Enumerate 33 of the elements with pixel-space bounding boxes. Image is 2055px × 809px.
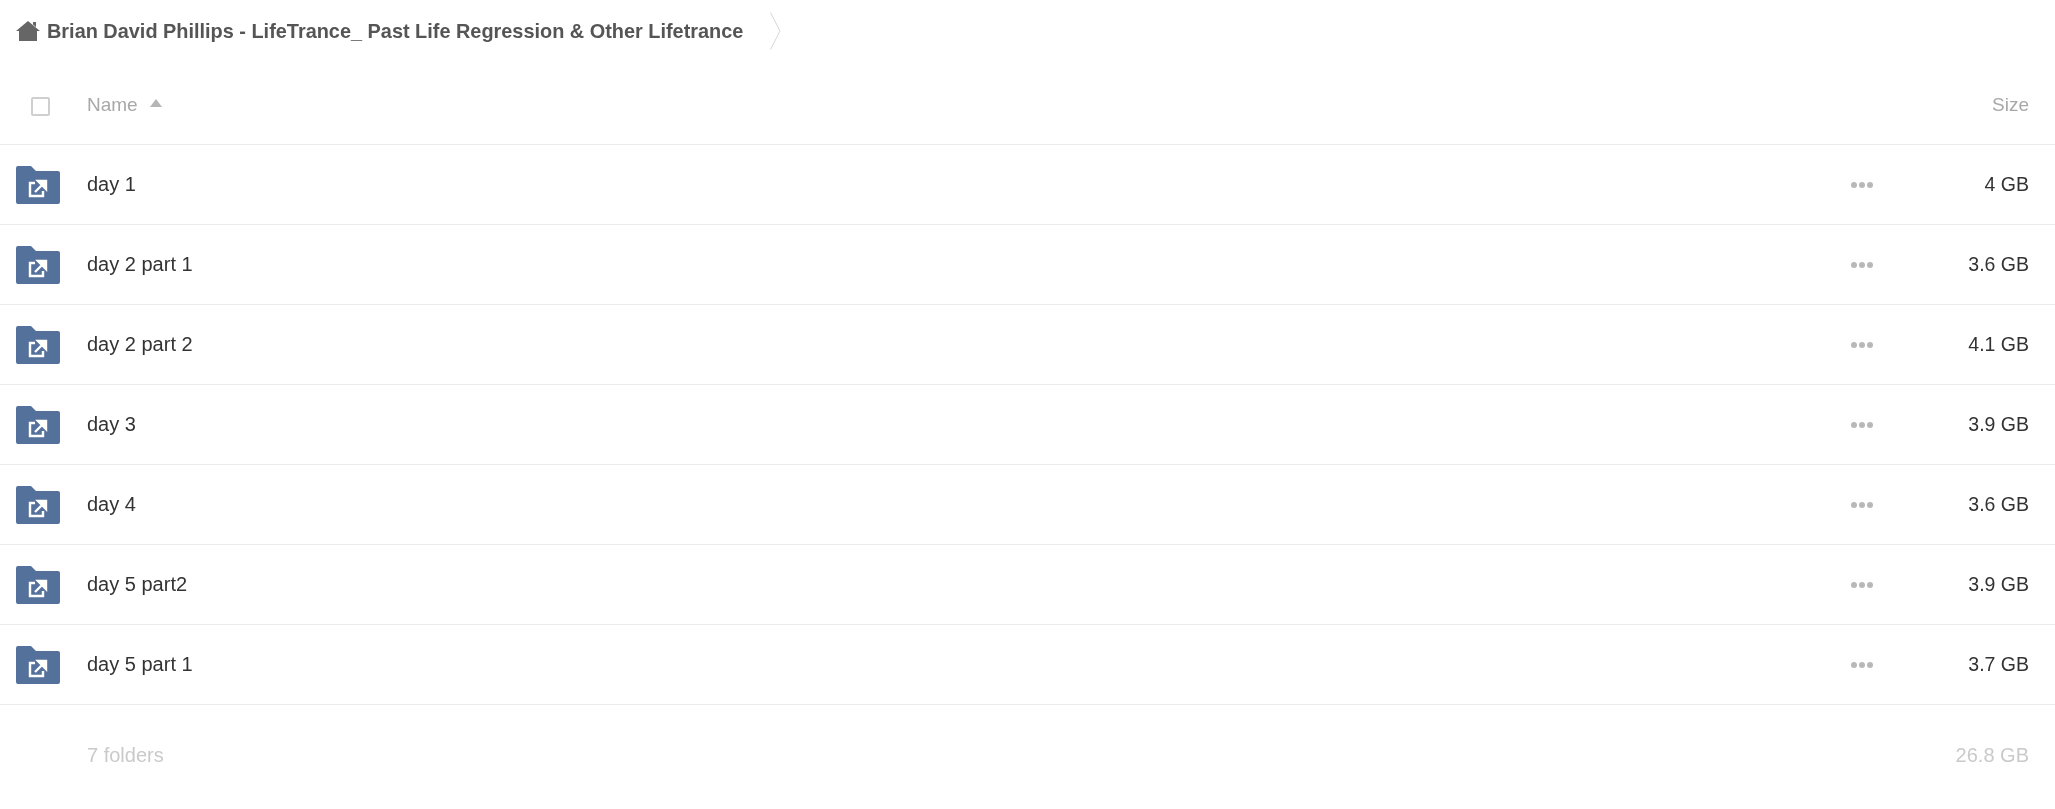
folder-arrow-icon — [16, 565, 60, 604]
folder-arrow-icon — [16, 485, 60, 524]
folder-size: 3.6 GB — [1968, 253, 2029, 276]
chevron-icon — [770, 12, 782, 50]
folder-arrow-icon — [16, 245, 60, 284]
folder-name[interactable]: day 3 — [87, 413, 136, 436]
folder-size: 3.6 GB — [1968, 493, 2029, 516]
folder-name[interactable]: day 4 — [87, 493, 136, 516]
folder-name[interactable]: day 2 part 2 — [87, 333, 193, 356]
folder-arrow-icon — [16, 645, 60, 684]
more-options-icon[interactable] — [1851, 581, 1873, 588]
folder-arrow-icon — [16, 165, 60, 204]
folder-size: 4.1 GB — [1968, 333, 2029, 356]
folder-size: 3.9 GB — [1968, 573, 2029, 596]
folder-size: 4 GB — [1984, 173, 2029, 196]
breadcrumb-item[interactable]: Brian David Phillips - LifeTrance_ Past Life Regression & Other Lifetrance — [47, 19, 744, 43]
folder-size: 3.9 GB — [1968, 413, 2029, 436]
more-options-icon[interactable] — [1851, 661, 1873, 668]
sort-triangle-icon[interactable] — [149, 99, 162, 107]
folder-name[interactable]: day 5 part 1 — [87, 653, 193, 676]
more-options-icon[interactable] — [1851, 261, 1873, 268]
more-options-icon[interactable] — [1851, 341, 1873, 348]
more-options-icon[interactable] — [1851, 501, 1873, 508]
folder-size: 3.7 GB — [1968, 653, 2029, 676]
folder-name[interactable]: day 1 — [87, 173, 136, 196]
folder-arrow-icon — [16, 325, 60, 364]
home-icon[interactable] — [16, 21, 40, 41]
select-all-checkbox[interactable] — [31, 96, 50, 116]
folder-name[interactable]: day 5 part2 — [87, 573, 188, 596]
folder-arrow-icon — [16, 405, 60, 444]
more-options-icon[interactable] — [1851, 181, 1873, 188]
folder-name[interactable]: day 2 part 1 — [87, 253, 193, 276]
more-options-icon[interactable] — [1851, 421, 1873, 428]
